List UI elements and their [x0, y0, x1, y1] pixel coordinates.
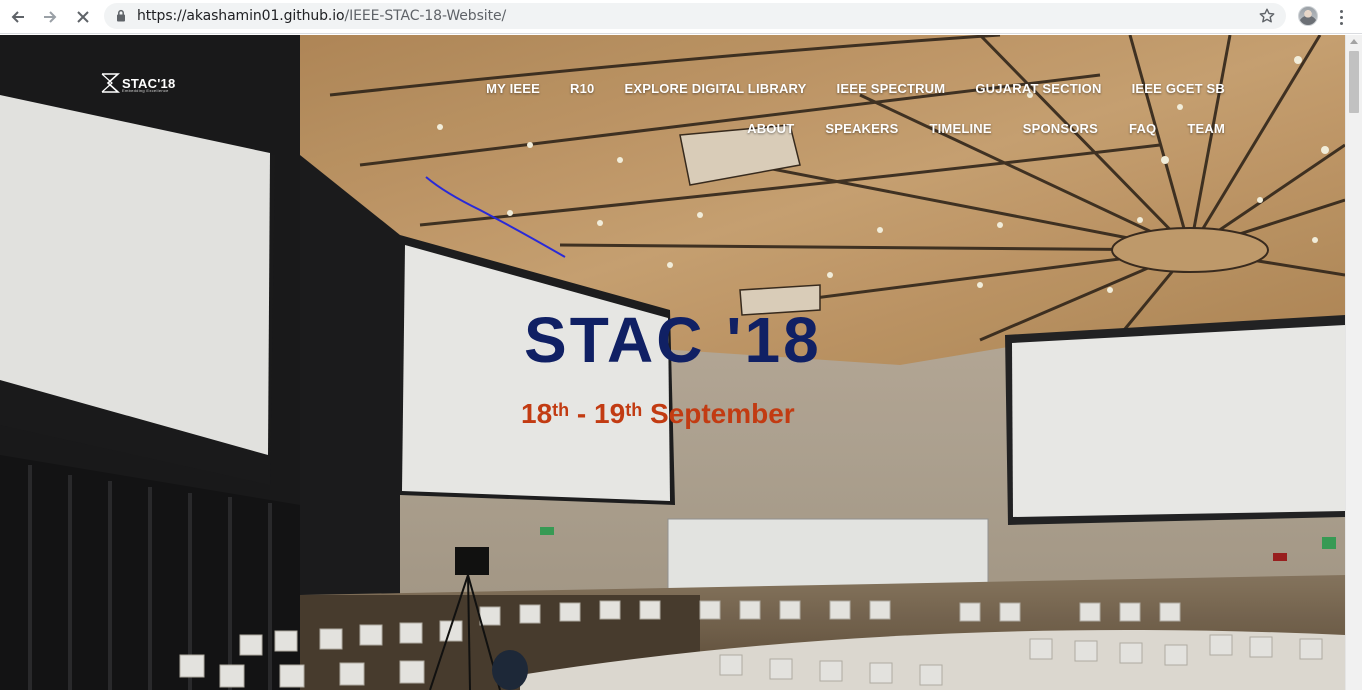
kebab-menu-icon[interactable]: [1331, 7, 1351, 27]
lock-icon: [116, 9, 126, 27]
page-scrollbar[interactable]: [1345, 35, 1362, 690]
back-arrow-icon[interactable]: [6, 5, 30, 29]
stac-logo[interactable]: STAC'18 Embedding Excellence: [100, 70, 175, 96]
nav-my-ieee[interactable]: MY IEEE: [486, 81, 540, 96]
nav-about[interactable]: ABOUT: [747, 121, 794, 136]
address-bar[interactable]: https://akashamin01.github.io/IEEE-STAC-…: [104, 3, 1286, 29]
url-host: https://akashamin01.github.io: [137, 8, 345, 24]
date-day1: 18: [521, 398, 553, 429]
stop-loading-icon[interactable]: [71, 5, 95, 29]
nav-ieee-gcet-sb[interactable]: IEEE GCET SB: [1132, 81, 1225, 96]
logo-tagline: Embedding Excellence: [122, 88, 169, 93]
nav-ieee-spectrum[interactable]: IEEE SPECTRUM: [837, 81, 946, 96]
date-day2: 19: [594, 398, 626, 429]
scroll-up-arrow-icon[interactable]: [1350, 39, 1358, 44]
date-day2-suffix: th: [625, 400, 643, 420]
profile-avatar[interactable]: [1298, 6, 1318, 26]
nav-faq[interactable]: FAQ: [1129, 121, 1156, 136]
nav-explore-digital-library[interactable]: EXPLORE DIGITAL LIBRARY: [624, 81, 806, 96]
logo-mark-icon: [101, 73, 120, 93]
nav-r10[interactable]: R10: [570, 81, 594, 96]
page-viewport: STAC'18 Embedding Excellence MY IEEE R10…: [0, 35, 1345, 690]
secondary-nav: ABOUT SPEAKERS TIMELINE SPONSORS FAQ TEA…: [747, 121, 1225, 136]
primary-nav: MY IEEE R10 EXPLORE DIGITAL LIBRARY IEEE…: [486, 81, 1225, 96]
hero-title: STAC '18: [524, 304, 822, 376]
nav-speakers[interactable]: SPEAKERS: [825, 121, 898, 136]
nav-sponsors[interactable]: SPONSORS: [1023, 121, 1098, 136]
date-day1-suffix: th: [552, 400, 570, 420]
date-separator: -: [569, 398, 595, 429]
nav-timeline[interactable]: TIMELINE: [929, 121, 991, 136]
url-path: /IEEE-STAC-18-Website/: [344, 8, 507, 24]
star-icon[interactable]: [1258, 7, 1276, 30]
browser-toolbar: https://akashamin01.github.io/IEEE-STAC-…: [0, 0, 1362, 34]
nav-team[interactable]: TEAM: [1187, 121, 1225, 136]
url-text: https://akashamin01.github.io/IEEE-STAC-…: [137, 8, 506, 24]
forward-arrow-icon[interactable]: [38, 5, 62, 29]
date-month: September: [642, 398, 795, 429]
hero-date: 18th - 19th September: [521, 394, 795, 434]
scroll-thumb[interactable]: [1349, 51, 1359, 113]
nav-gujarat-section[interactable]: GUJARAT SECTION: [975, 81, 1101, 96]
